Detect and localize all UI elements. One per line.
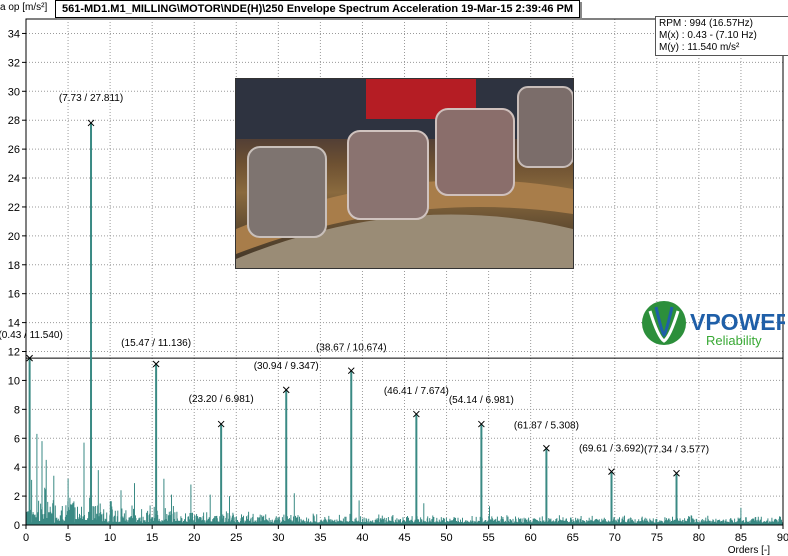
y-tick-label: 12 (8, 347, 20, 359)
y-tick-label: 4 (14, 462, 20, 474)
y-tick-label: 0 (14, 520, 20, 532)
y-tick-label: 32 (8, 57, 20, 69)
peak-label: (0.43 / 11.540) (0, 330, 63, 341)
x-tick-label: 45 (398, 532, 410, 544)
x-tick-label: 0 (23, 532, 29, 544)
x-tick-label: 90 (777, 532, 788, 544)
x-tick-label: 60 (525, 532, 537, 544)
y-tick-label: 10 (8, 375, 20, 387)
peak-label: (23.20 / 6.981) (189, 394, 254, 405)
x-tick-label: 40 (356, 532, 368, 544)
x-tick-label: 5 (65, 532, 71, 544)
peak-label: (7.73 / 27.811) (59, 93, 123, 104)
mx-readout: M(x) : 0.43 - (7.10 Hz) (659, 30, 757, 41)
photo-roller-1 (247, 146, 327, 238)
x-tick-label: 65 (567, 532, 579, 544)
bearing-photo (235, 78, 574, 269)
y-tick-label: 22 (8, 202, 20, 214)
y-tick-label: 26 (8, 144, 20, 156)
x-tick-label: 75 (651, 532, 663, 544)
x-tick-label: 30 (272, 532, 284, 544)
y-tick-label: 14 (8, 318, 20, 330)
rpm-readout: RPM : 994 (16.57Hz) (659, 18, 753, 29)
x-tick-label: 35 (314, 532, 326, 544)
y-tick-label: 8 (14, 404, 20, 416)
x-tick-label: 55 (482, 532, 494, 544)
peak-label: (30.94 / 9.347) (254, 361, 319, 372)
my-readout: M(y) : 11.540 m/s² (659, 42, 740, 53)
peak-label: (54.14 / 6.981) (449, 395, 514, 406)
logo-tagline-text: Reliability (706, 333, 762, 348)
vpower-logo: VPOWER Reliability (640, 297, 788, 349)
x-tick-label: 25 (230, 532, 242, 544)
x-tick-label: 10 (104, 532, 116, 544)
peak-label: (38.67 / 10.674) (316, 343, 387, 354)
y-tick-label: 6 (14, 433, 20, 445)
y-tick-label: 30 (8, 86, 20, 98)
peak-label: (69.61 / 3.692) (579, 444, 644, 455)
x-tick-label: 50 (440, 532, 452, 544)
bearing-photo-illustration (236, 79, 573, 268)
y-tick-label: 20 (8, 231, 20, 243)
y-tick-label: 24 (8, 173, 20, 185)
peak-label: (77.34 / 3.577) (644, 444, 709, 455)
x-axis-label: Orders [-] (727, 545, 770, 556)
y-tick-label: 34 (8, 28, 20, 40)
vpower-logo-graphic: VPOWER Reliability (642, 301, 788, 348)
x-tick-label: 20 (188, 532, 200, 544)
y-tick-label: 28 (8, 115, 20, 127)
peak-label: (61.87 / 5.308) (514, 420, 579, 431)
y-tick-label: 16 (8, 289, 20, 301)
peak-label: (15.47 / 11.136) (121, 338, 191, 349)
y-tick-label: 2 (14, 491, 20, 503)
cursor-info-panel: RPM : 994 (16.57Hz) M(x) : 0.43 - (7.10 … (655, 16, 788, 56)
logo-brand-text: VPOWER (690, 309, 785, 335)
photo-roller-4 (517, 86, 573, 168)
x-tick-label: 70 (609, 532, 621, 544)
y-axis-unit: a op [m/s²] (0, 2, 48, 13)
x-tick-label: 15 (146, 532, 158, 544)
chart-title: 561-MD1.M1_MILLING\MOTOR\NDE(H)\250 Enve… (55, 0, 581, 18)
x-tick-label: 85 (735, 532, 747, 544)
photo-roller-3 (435, 108, 515, 196)
photo-roller-2 (347, 130, 429, 220)
logo-mark (642, 301, 686, 345)
y-tick-label: 18 (8, 260, 20, 272)
peak-label: (46.41 / 7.674) (384, 386, 449, 397)
x-tick-label: 80 (693, 532, 705, 544)
